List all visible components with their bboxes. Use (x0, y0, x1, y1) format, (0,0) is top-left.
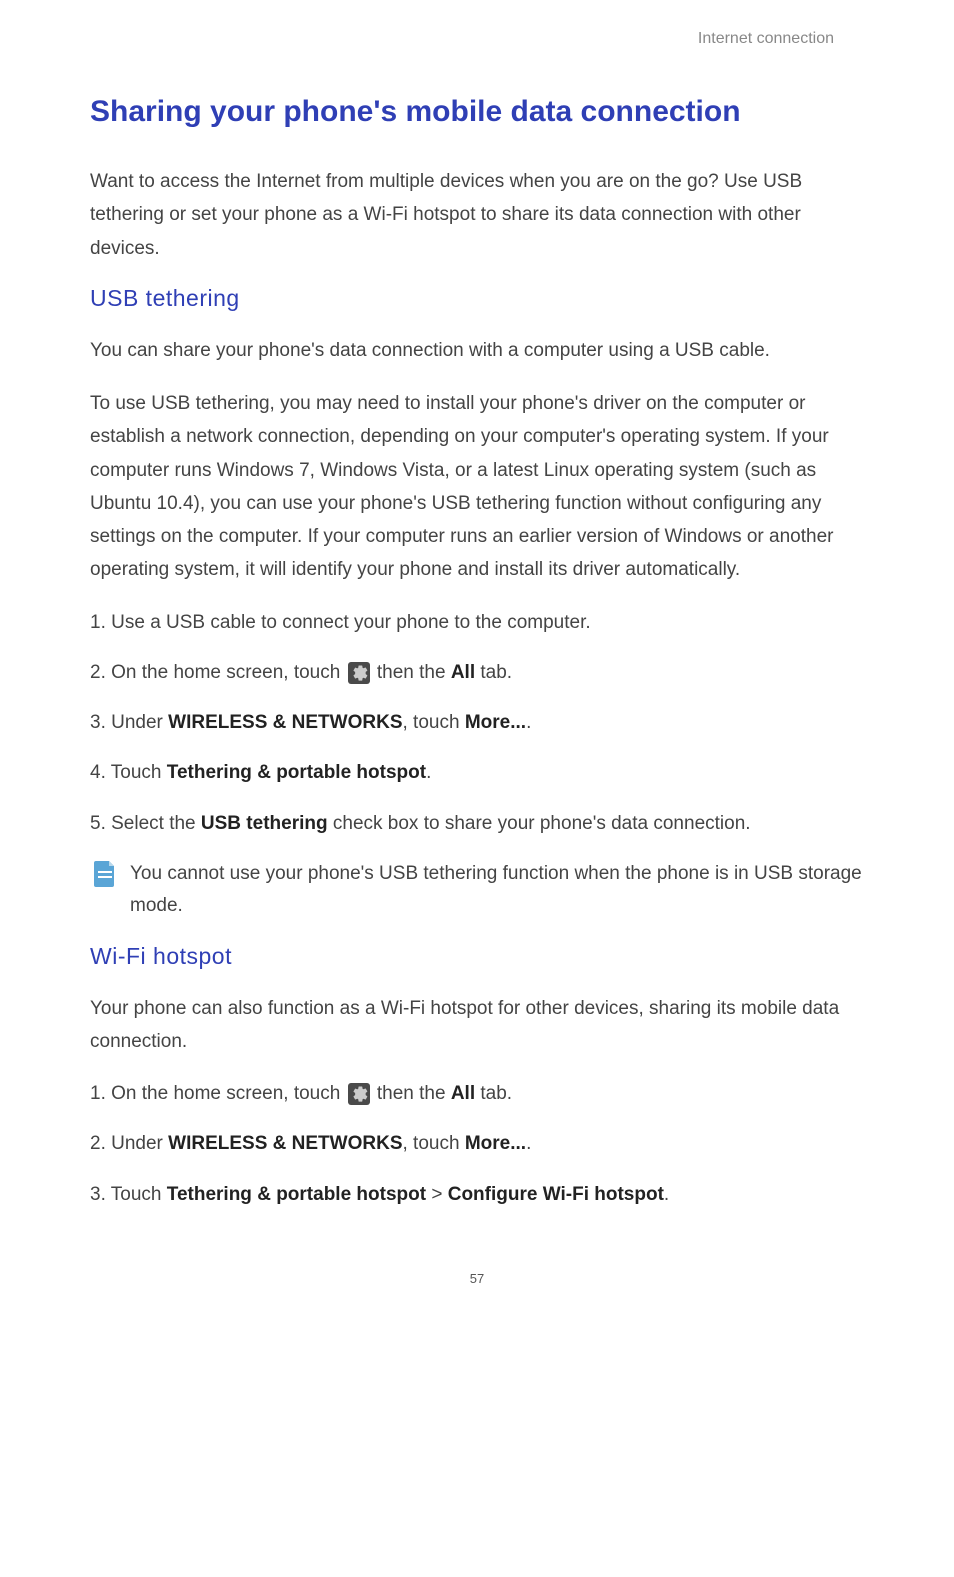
usb-note: You cannot use your phone's USB tetherin… (90, 858, 864, 923)
wifi-paragraph-1: Your phone can also function as a Wi-Fi … (90, 992, 864, 1059)
wifi-step-3: 3. Touch Tethering & portable hotspot > … (90, 1179, 864, 1211)
wifi-step-1: 1. On the home screen, touch then the Al… (90, 1078, 864, 1110)
step-text: then the (372, 662, 451, 683)
step-text: tab. (475, 662, 512, 683)
step-text: Under (111, 712, 168, 733)
step-bold: Configure Wi-Fi hotspot (448, 1184, 664, 1205)
usb-heading: USB tethering (90, 285, 864, 312)
page-number: 57 (90, 1271, 864, 1286)
step-text: tab. (475, 1083, 512, 1104)
step-bold: All (451, 662, 475, 683)
step-text: On the home screen, touch (111, 662, 345, 683)
step-text: , touch (403, 712, 465, 733)
settings-icon (348, 1083, 370, 1105)
usb-paragraph-2: To use USB tethering, you may need to in… (90, 387, 864, 587)
usb-paragraph-1: You can share your phone's data connecti… (90, 334, 864, 367)
step-bold: Tethering & portable hotspot (167, 762, 426, 783)
step-text: Touch (111, 762, 167, 783)
step-text: . (426, 762, 431, 783)
step-text: check box to share your phone's data con… (328, 813, 751, 834)
usb-step-4: 4. Touch Tethering & portable hotspot. (90, 757, 864, 789)
usb-step-1-text: Use a USB cable to connect your phone to… (111, 612, 591, 633)
step-bold: More... (465, 1133, 526, 1154)
usb-step-2: 2. On the home screen, touch then the Al… (90, 657, 864, 689)
usb-step-1: 1. Use a USB cable to connect your phone… (90, 607, 864, 639)
step-text: Select the (111, 813, 201, 834)
intro-paragraph: Want to access the Internet from multipl… (90, 165, 864, 265)
note-icon (94, 861, 116, 887)
step-text: > (426, 1184, 448, 1205)
step-bold: WIRELESS & NETWORKS (168, 1133, 402, 1154)
usb-step-3: 3. Under WIRELESS & NETWORKS, touch More… (90, 707, 864, 739)
settings-icon (348, 662, 370, 684)
step-text: . (526, 712, 531, 733)
step-text: then the (372, 1083, 451, 1104)
step-text: Under (111, 1133, 168, 1154)
wifi-step-2: 2. Under WIRELESS & NETWORKS, touch More… (90, 1128, 864, 1160)
step-bold: USB tethering (201, 813, 328, 834)
step-bold: All (451, 1083, 475, 1104)
step-bold: WIRELESS & NETWORKS (168, 712, 402, 733)
step-text: , touch (403, 1133, 465, 1154)
step-bold: Tethering & portable hotspot (167, 1184, 426, 1205)
page-header: Internet connection (90, 30, 834, 48)
step-text: Touch (111, 1184, 167, 1205)
step-text: On the home screen, touch (111, 1083, 345, 1104)
step-text: . (526, 1133, 531, 1154)
wifi-heading: Wi-Fi hotspot (90, 943, 864, 970)
usb-note-text: You cannot use your phone's USB tetherin… (130, 858, 864, 923)
step-bold: More... (465, 712, 526, 733)
main-title: Sharing your phone's mobile data connect… (90, 83, 864, 140)
usb-step-5: 5. Select the USB tethering check box to… (90, 808, 864, 840)
step-text: . (664, 1184, 669, 1205)
